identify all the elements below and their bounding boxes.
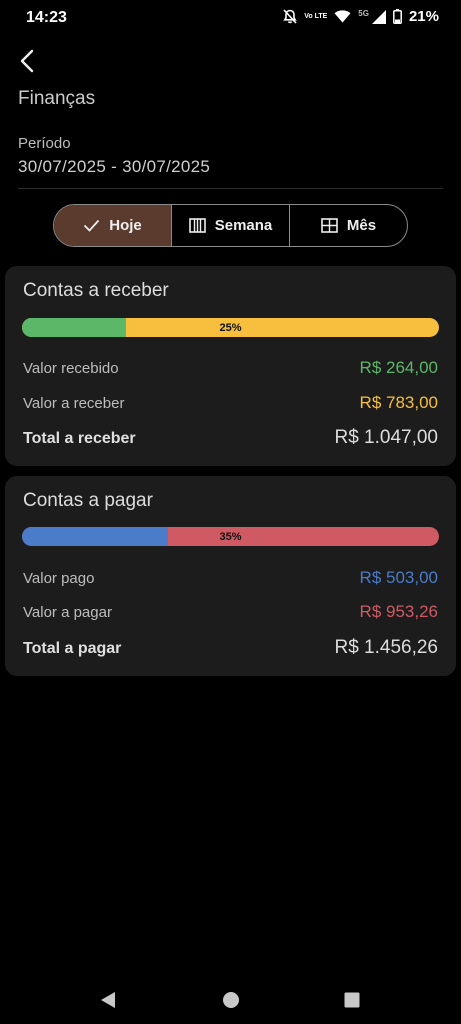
battery-percent: 21% bbox=[408, 8, 439, 25]
card-title: Contas a pagar bbox=[23, 490, 153, 511]
payables-card: Contas a pagar 35% Valor pago R$ 503,00 … bbox=[5, 476, 456, 676]
network-type: 5G bbox=[358, 9, 369, 18]
check-icon bbox=[84, 219, 100, 232]
back-triangle-icon bbox=[101, 992, 115, 1008]
segment-hoje[interactable]: Hoje bbox=[54, 205, 171, 246]
system-nav-bar bbox=[0, 974, 461, 1024]
card-title: Contas a receber bbox=[23, 280, 169, 301]
nav-home-button[interactable] bbox=[219, 988, 243, 1012]
paid-value: R$ 503,00 bbox=[359, 568, 438, 587]
nav-recents-button[interactable] bbox=[340, 988, 364, 1012]
signal-icon bbox=[371, 9, 386, 24]
segment-semana[interactable]: Semana bbox=[171, 205, 289, 246]
progress-percent: 35% bbox=[219, 530, 242, 543]
segment-label: Mês bbox=[346, 217, 377, 234]
page-title: Finanças bbox=[18, 88, 96, 109]
payables-progress-bar: 35% bbox=[22, 527, 439, 546]
total-receive-label: Total a receber bbox=[23, 430, 136, 447]
segment-label: Hoje bbox=[109, 217, 142, 234]
divider bbox=[18, 188, 443, 189]
status-bar: 14:23 Vo LTE 5G 21% bbox=[0, 0, 461, 36]
to-receive-label: Valor a receber bbox=[23, 395, 125, 412]
received-value: R$ 264,00 bbox=[359, 358, 438, 377]
period-segmented-control: Hoje Semana Mês bbox=[53, 204, 408, 247]
receivables-card: Contas a receber 25% Valor recebido R$ 2… bbox=[5, 266, 456, 466]
progress-percent: 25% bbox=[219, 321, 242, 334]
volte-icon: Vo LTE bbox=[304, 13, 328, 20]
back-button[interactable] bbox=[12, 46, 42, 76]
to-receive-value: R$ 783,00 bbox=[359, 393, 438, 412]
mute-bell-icon bbox=[283, 9, 297, 24]
recents-square-icon bbox=[344, 992, 360, 1008]
period-label: Período bbox=[18, 135, 71, 152]
total-pay-label: Total a pagar bbox=[23, 640, 122, 657]
received-label: Valor recebido bbox=[23, 360, 119, 377]
home-circle-icon bbox=[223, 992, 239, 1008]
week-grid-icon bbox=[188, 218, 206, 233]
wifi-icon bbox=[334, 10, 351, 23]
month-grid-icon bbox=[321, 218, 338, 233]
chevron-left-icon bbox=[20, 49, 34, 73]
segment-label: Semana bbox=[214, 217, 273, 234]
total-receive-value: R$ 1.047,00 bbox=[334, 427, 438, 448]
to-pay-label: Valor a pagar bbox=[23, 604, 112, 621]
receivables-progress-bar: 25% bbox=[22, 318, 439, 337]
paid-label: Valor pago bbox=[23, 570, 95, 587]
to-pay-value: R$ 953,26 bbox=[359, 602, 438, 621]
nav-back-button[interactable] bbox=[96, 988, 120, 1012]
period-value[interactable]: 30/07/2025 - 30/07/2025 bbox=[18, 157, 210, 177]
total-pay-value: R$ 1.456,26 bbox=[334, 637, 438, 658]
status-icons: Vo LTE 5G 21% bbox=[283, 8, 439, 25]
battery-icon bbox=[393, 9, 402, 24]
segment-mes[interactable]: Mês bbox=[289, 205, 407, 246]
status-time: 14:23 bbox=[26, 9, 67, 26]
